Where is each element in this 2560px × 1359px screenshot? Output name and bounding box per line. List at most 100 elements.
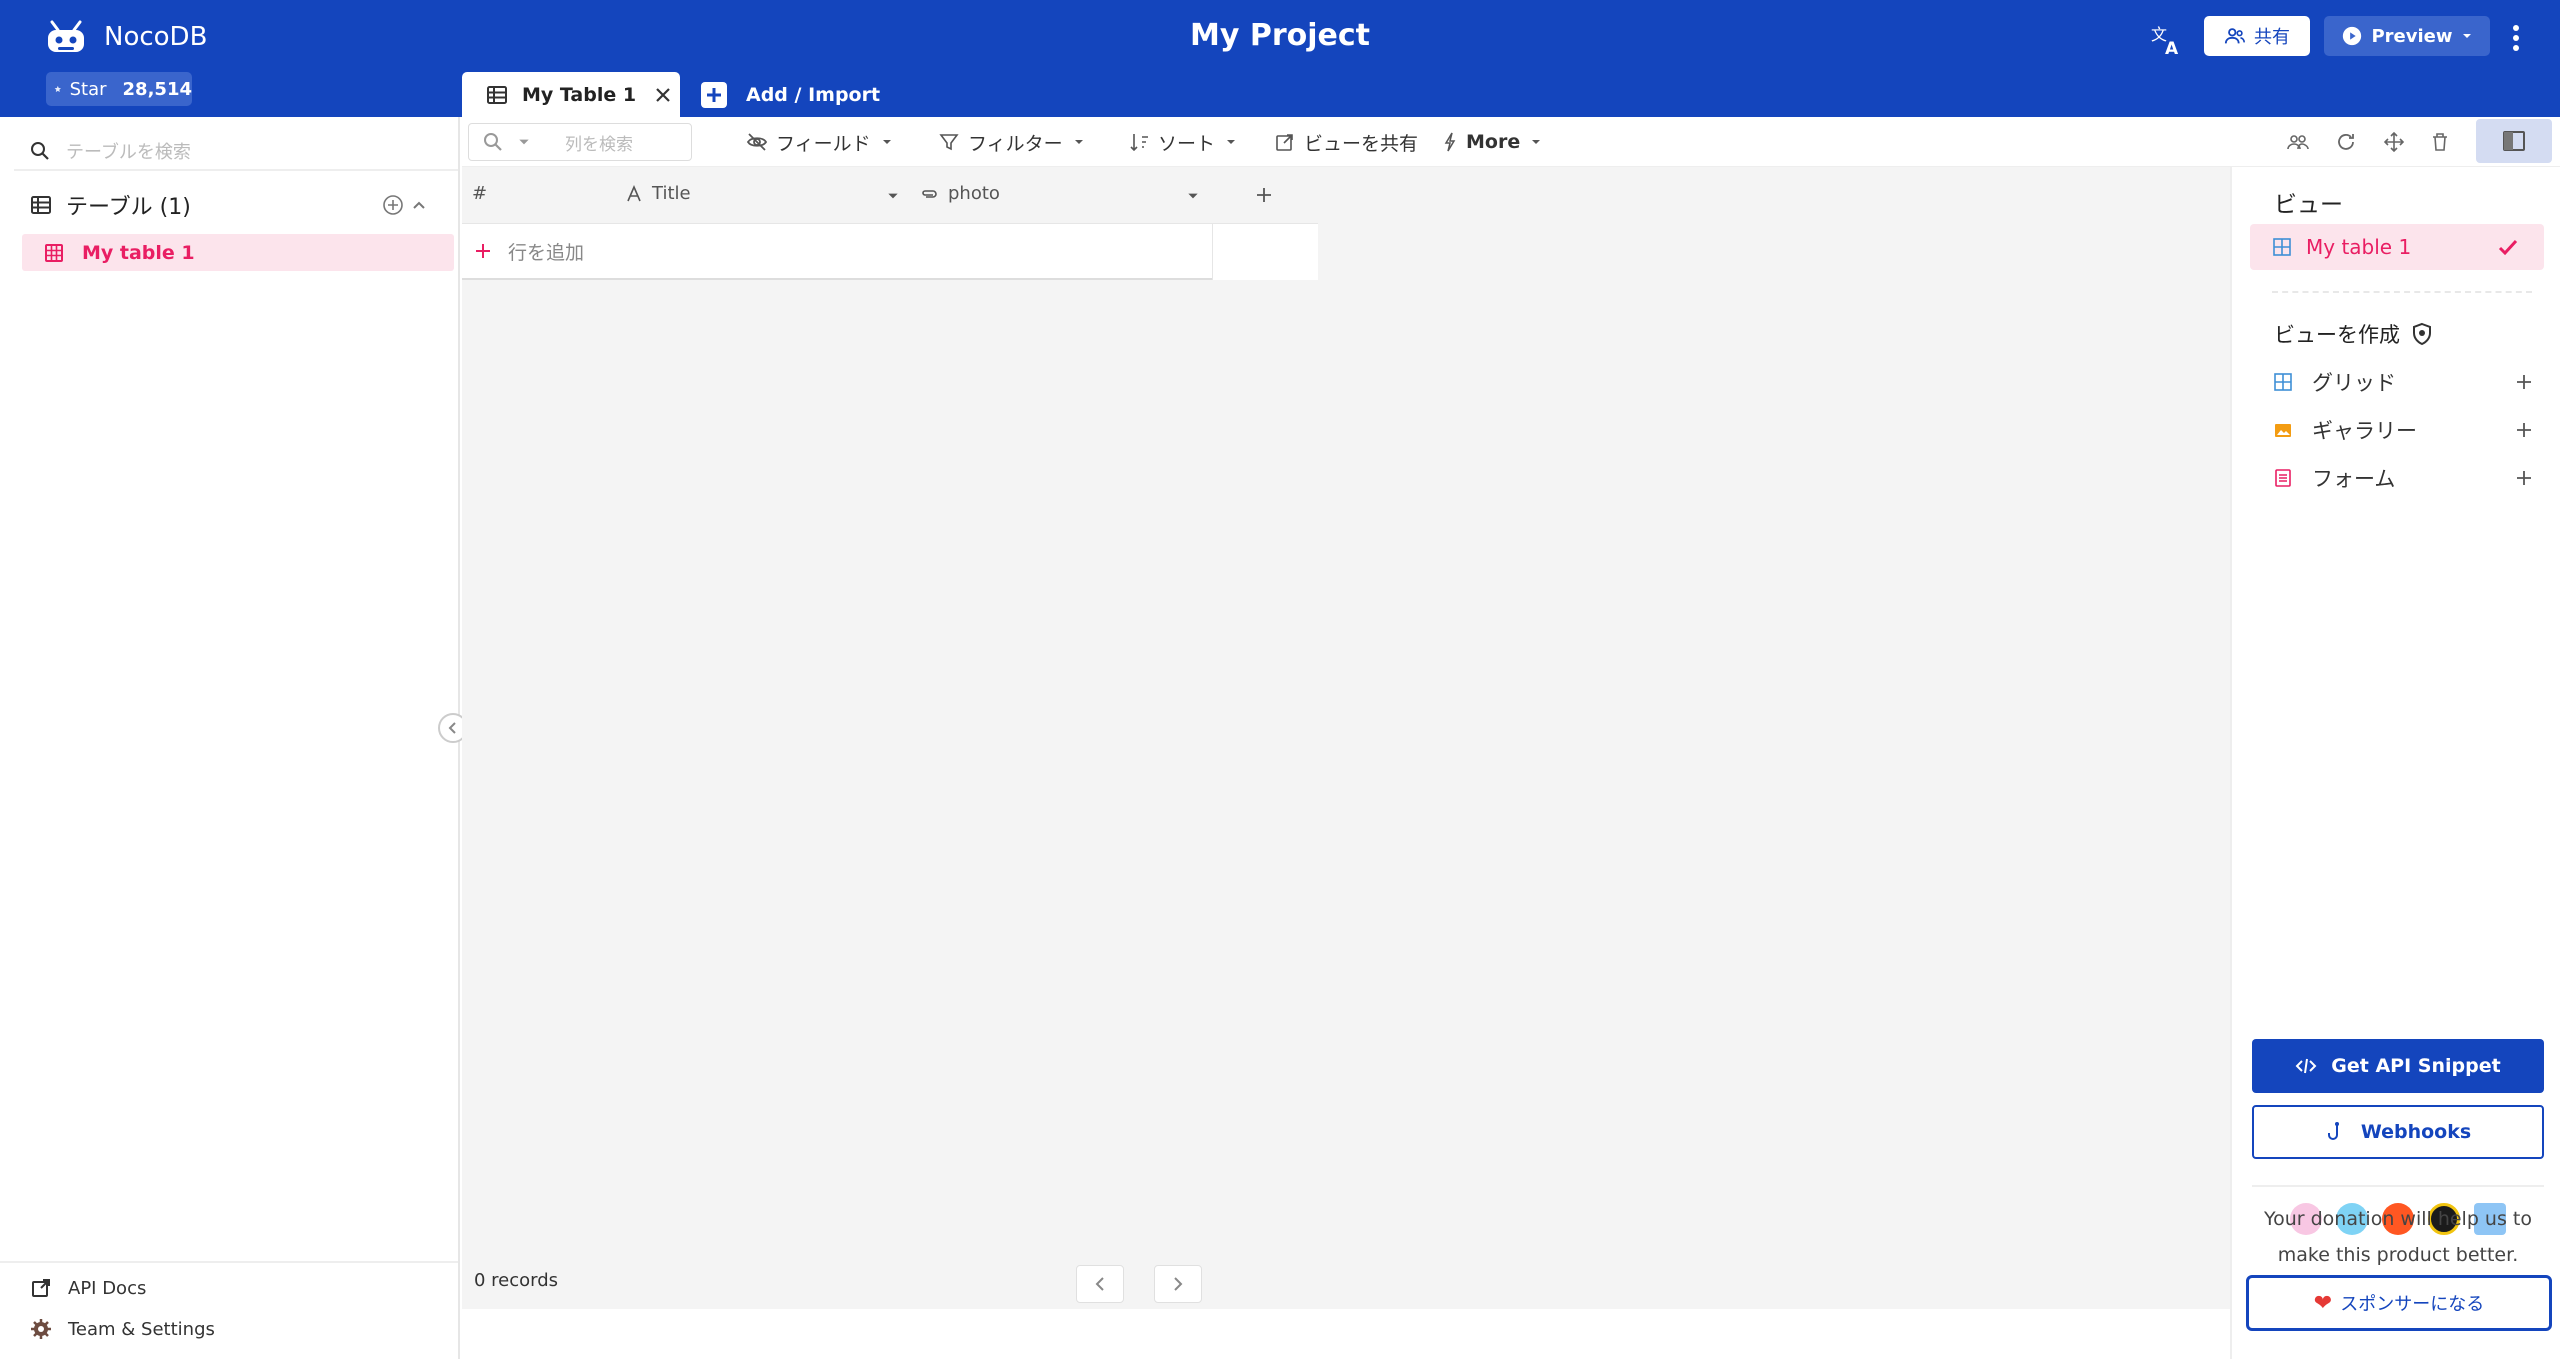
heart-icon: ❤: [2313, 1290, 2333, 1316]
caret-down-icon: [1532, 140, 1541, 144]
plus-icon[interactable]: [2514, 468, 2534, 488]
prev-page-button[interactable]: [1076, 1265, 1124, 1303]
translate-icon[interactable]: 文 A: [2150, 24, 2184, 56]
tables-section-header[interactable]: テーブル (1): [30, 187, 430, 223]
column-header-title[interactable]: Title: [624, 183, 691, 204]
table-search[interactable]: テーブルを検索: [30, 135, 450, 167]
eye-off-icon: [746, 133, 768, 151]
move-icon: [2383, 131, 2405, 153]
plus-icon[interactable]: [2514, 372, 2534, 392]
close-icon[interactable]: [654, 86, 672, 104]
add-circle-icon[interactable]: [382, 194, 404, 216]
sort-icon: [1130, 134, 1148, 152]
view-item-my-table-1[interactable]: My table 1: [2250, 224, 2544, 270]
users-icon: [2287, 135, 2309, 150]
share-button[interactable]: 共有: [2204, 16, 2310, 56]
gallery-type-label: ギャラリー: [2312, 419, 2417, 443]
team-settings-link[interactable]: Team & Settings: [30, 1318, 215, 1340]
sidebar-table-label: My table 1: [82, 241, 195, 264]
fields-button[interactable]: フィールド: [746, 127, 893, 157]
share-view-label: ビューを共有: [1304, 132, 1419, 155]
chevron-right-icon: [1174, 1277, 1183, 1291]
sort-button[interactable]: ソート: [1128, 127, 1237, 157]
grid-type-label: グリッド: [2312, 371, 2396, 395]
column-photo-label: photo: [948, 183, 1000, 204]
filter-button[interactable]: フィルター: [938, 127, 1085, 157]
expand-button[interactable]: [2382, 127, 2406, 157]
users-icon: [2224, 28, 2245, 44]
delete-button[interactable]: [2428, 127, 2452, 157]
row-number-header: #: [472, 183, 488, 204]
create-grid-view[interactable]: グリッド: [2274, 367, 2534, 397]
column-search-input[interactable]: 列を検索: [468, 123, 692, 161]
side-panel-icon: [2503, 131, 2525, 151]
caret-down-icon: [1227, 140, 1236, 144]
preview-button[interactable]: Preview: [2324, 16, 2490, 56]
github-star-badge[interactable]: Star 28,514: [46, 72, 192, 106]
caret-down-icon[interactable]: [1186, 189, 1200, 203]
attachment-icon: [922, 189, 937, 198]
caret-down-icon[interactable]: [886, 189, 900, 203]
chevron-up-icon[interactable]: [410, 196, 428, 214]
add-box-icon: [701, 82, 727, 108]
column-header-photo[interactable]: photo: [920, 183, 1000, 204]
add-column-icon[interactable]: [1252, 183, 1276, 207]
text-type-icon: [627, 184, 641, 201]
preview-label: Preview: [2371, 25, 2453, 47]
create-form-view[interactable]: フォーム: [2274, 463, 2534, 493]
create-gallery-view[interactable]: ギャラリー: [2274, 415, 2534, 445]
toggle-views-panel-button[interactable]: [2476, 119, 2552, 163]
plus-icon[interactable]: [2514, 420, 2534, 440]
code-icon: [2295, 1058, 2317, 1074]
check-icon: [2498, 239, 2518, 256]
add-import-label: Add / Import: [746, 84, 881, 106]
sponsor-button[interactable]: ❤ スポンサーになる: [2246, 1275, 2552, 1331]
collaborators-button[interactable]: [2286, 127, 2310, 157]
star-count: 28,514: [122, 78, 192, 100]
reload-button[interactable]: [2334, 127, 2358, 157]
gear-icon: [31, 1319, 51, 1339]
more-vertical-icon[interactable]: [2506, 20, 2526, 56]
grid-icon: [45, 243, 63, 262]
share-label: 共有: [2254, 27, 2290, 48]
more-button[interactable]: More: [1442, 127, 1542, 157]
svg-text:A: A: [2165, 39, 2179, 56]
caret-down-icon: [1074, 140, 1083, 144]
sponsor-label: スポンサーになる: [2340, 1294, 2485, 1315]
fields-label: フィールド: [776, 132, 871, 155]
share-view-button[interactable]: ビューを共有: [1274, 127, 1418, 157]
divider: [2272, 291, 2532, 293]
team-settings-label: Team & Settings: [68, 1318, 215, 1340]
sidebar-table-item[interactable]: My table 1: [22, 234, 454, 271]
next-page-button[interactable]: [1154, 1265, 1202, 1303]
filter-icon: [939, 134, 959, 151]
caret-down-icon[interactable]: [517, 135, 531, 149]
tab-my-table-1[interactable]: My Table 1: [462, 72, 680, 117]
form-view-icon: [2275, 469, 2291, 487]
hook-icon: [2327, 1122, 2339, 1140]
get-api-snippet-button[interactable]: Get API Snippet: [2252, 1039, 2544, 1093]
tab-label: My Table 1: [522, 83, 637, 106]
create-view-title: ビューを作成: [2274, 319, 2434, 349]
grid-area: # Title photo 行を追加 0 records: [462, 167, 2230, 1309]
webhooks-label: Webhooks: [2360, 1121, 2472, 1143]
views-panel: ビュー My table 1 ビューを作成 グリッド ギャラリー フォーム Ge…: [2230, 167, 2560, 1359]
tab-add-import[interactable]: Add / Import: [700, 76, 880, 114]
gallery-view-icon: [2275, 424, 2291, 437]
view-label: My table 1: [2306, 235, 2412, 259]
flash-icon: [1444, 132, 1456, 152]
table-icon: [487, 85, 507, 104]
webhooks-button[interactable]: Webhooks: [2252, 1105, 2544, 1159]
grid-view-icon: [2274, 373, 2292, 391]
add-row-button[interactable]: 行を追加: [462, 224, 1212, 280]
grid-header-row: # Title photo: [462, 167, 1318, 224]
nocodb-logo-icon[interactable]: [44, 18, 88, 58]
donation-text: Your donation will help us to make this …: [2264, 1208, 2532, 1266]
api-docs-link[interactable]: API Docs: [30, 1277, 146, 1299]
add-row-label: 行を追加: [508, 241, 585, 264]
divider: [0, 1261, 458, 1263]
search-icon: [31, 142, 49, 160]
more-label: More: [1466, 131, 1521, 153]
api-docs-label: API Docs: [68, 1277, 147, 1299]
divider: [14, 169, 458, 171]
